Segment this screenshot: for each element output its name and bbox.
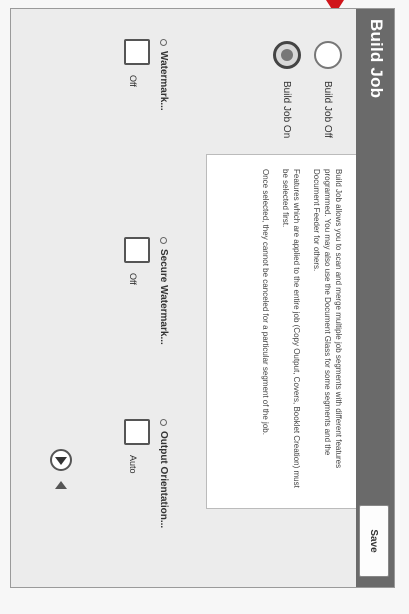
secure-watermark-value: Off: [128, 273, 138, 285]
watermark-title[interactable]: Watermark...: [158, 39, 169, 189]
output-orientation-value: Auto: [128, 455, 138, 474]
watermark-checkbox[interactable]: [124, 39, 150, 65]
secure-watermark-feature: Secure Watermark... Off: [124, 237, 169, 387]
build-job-on-label: Build Job On: [281, 81, 293, 139]
info-paragraph: Once selected, they cannot be canceled f…: [261, 169, 270, 435]
circle-icon: [160, 237, 167, 244]
info-paragraph: Build Job allows you to scan and merge m…: [312, 169, 343, 469]
radio-on-icon[interactable]: [273, 41, 301, 69]
output-orientation-row[interactable]: Auto: [124, 419, 150, 569]
build-job-off-option[interactable]: Build Job Off: [314, 41, 342, 138]
secure-watermark-title[interactable]: Secure Watermark...: [158, 237, 169, 387]
output-orientation-title-label: Output Orientation...: [158, 431, 169, 529]
watermark-title-label: Watermark...: [158, 51, 169, 111]
radio-off-icon[interactable]: [314, 41, 342, 69]
triangle-left-icon[interactable]: [55, 481, 67, 489]
secure-watermark-checkbox[interactable]: [124, 237, 150, 263]
circle-icon: [160, 419, 167, 426]
build-job-off-label: Build Job Off: [322, 81, 334, 139]
next-page-button[interactable]: [50, 449, 72, 471]
build-job-on-option[interactable]: Build Job On: [273, 41, 301, 138]
secure-watermark-title-label: Secure Watermark...: [158, 249, 169, 345]
output-orientation-title[interactable]: Output Orientation...: [158, 419, 169, 569]
save-button[interactable]: Save: [359, 505, 389, 577]
output-orientation-feature: Output Orientation... Auto: [124, 419, 169, 569]
watermark-feature: Watermark... Off: [124, 39, 169, 189]
build-job-screen: Build Job Save Build Job Off Build Job O…: [10, 8, 395, 588]
info-panel: Build Job allows you to scan and merge m…: [206, 154, 356, 509]
secure-watermark-row[interactable]: Off: [124, 237, 150, 387]
window-title: Build Job: [367, 19, 386, 99]
circle-icon: [160, 39, 167, 46]
title-bar: Build Job Save: [356, 9, 394, 587]
triangle-right-icon: [55, 457, 67, 465]
info-paragraph: Features which are applied to the entire…: [281, 169, 301, 488]
watermark-row[interactable]: Off: [124, 39, 150, 189]
watermark-value: Off: [128, 75, 138, 87]
output-orientation-checkbox[interactable]: [124, 419, 150, 445]
pager: [50, 449, 72, 489]
